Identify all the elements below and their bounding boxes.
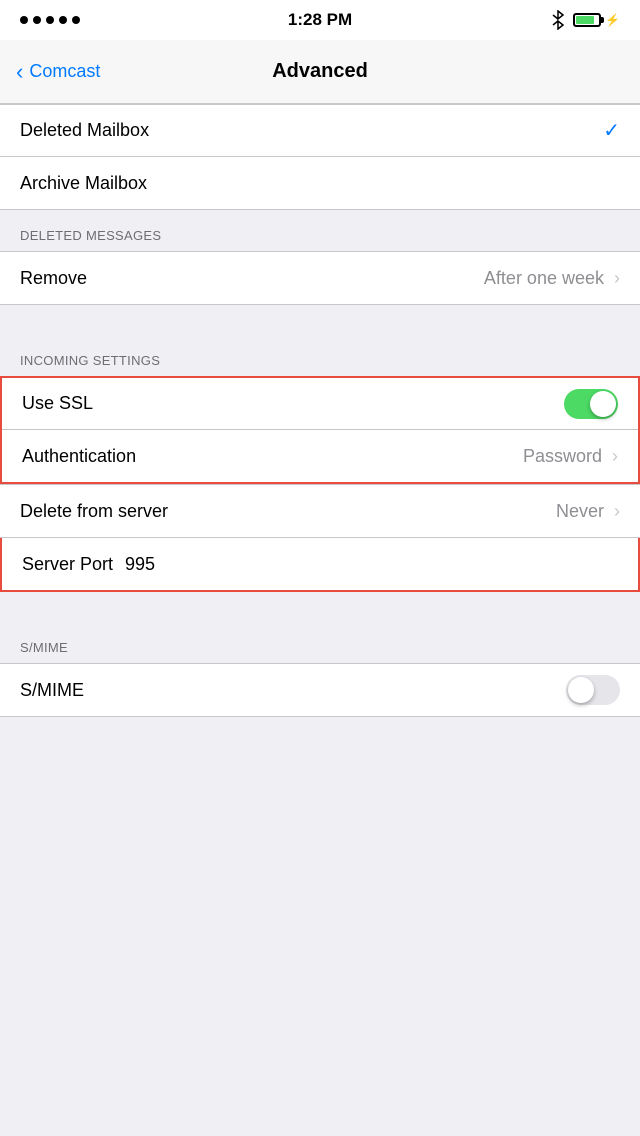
gap-2 — [0, 592, 640, 622]
smime-list: S/MIME — [0, 663, 640, 717]
smime-section: S/MIME S/MIME — [0, 622, 640, 717]
remove-right: After one week › — [484, 268, 620, 289]
deleted-mailbox-item[interactable]: Deleted Mailbox ✓ — [0, 105, 640, 157]
use-ssl-toggle[interactable] — [564, 389, 618, 419]
checkmark-icon: ✓ — [603, 118, 620, 143]
archive-mailbox-item[interactable]: Archive Mailbox — [0, 157, 640, 209]
delete-from-server-label: Delete from server — [20, 501, 168, 522]
back-chevron-icon: ‹ — [16, 61, 23, 83]
authentication-label: Authentication — [22, 446, 136, 467]
remove-value: After one week — [484, 268, 604, 289]
archive-mailbox-label: Archive Mailbox — [20, 173, 147, 194]
delete-from-server-item[interactable]: Delete from server Never › — [0, 485, 640, 537]
status-left — [20, 16, 86, 24]
incoming-settings-section: INCOMING SETTINGS Use SSL Authentication… — [0, 335, 640, 484]
remove-label: Remove — [20, 268, 87, 289]
nav-bar: ‹ Comcast Advanced — [0, 40, 640, 104]
remove-chevron-icon: › — [614, 268, 620, 289]
mailbox-section: Deleted Mailbox ✓ Archive Mailbox — [0, 104, 640, 210]
delete-server-section: Delete from server Never › — [0, 484, 640, 538]
use-ssl-toggle-thumb — [590, 391, 616, 417]
bluetooth-icon — [551, 10, 565, 30]
authentication-value: Password — [523, 446, 602, 467]
status-time: 1:28 PM — [288, 10, 352, 30]
charging-icon: ⚡ — [605, 13, 620, 27]
authentication-item[interactable]: Authentication Password › — [2, 430, 638, 482]
deleted-messages-header: DELETED MESSAGES — [0, 210, 640, 251]
battery: ⚡ — [573, 13, 620, 27]
use-ssl-item[interactable]: Use SSL — [2, 378, 638, 430]
delete-from-server-value: Never — [556, 501, 604, 522]
deleted-messages-section: DELETED MESSAGES Remove After one week › — [0, 210, 640, 305]
authentication-right: Password › — [523, 446, 618, 467]
back-button[interactable]: ‹ Comcast — [16, 61, 100, 83]
status-bar: 1:28 PM ⚡ — [0, 0, 640, 40]
server-port-label: Server Port — [22, 554, 113, 575]
status-right: ⚡ — [551, 10, 620, 30]
smime-header: S/MIME — [0, 622, 640, 663]
authentication-chevron-icon: › — [612, 446, 618, 467]
server-port-group: Server Port 995 — [0, 538, 640, 592]
server-port-value: 995 — [125, 554, 155, 575]
delete-from-server-right: Never › — [556, 501, 620, 522]
smime-label: S/MIME — [20, 680, 84, 701]
smime-toggle[interactable] — [566, 675, 620, 705]
mailbox-list: Deleted Mailbox ✓ Archive Mailbox — [0, 104, 640, 210]
gap-1 — [0, 305, 640, 335]
incoming-settings-header: INCOMING SETTINGS — [0, 335, 640, 376]
remove-item[interactable]: Remove After one week › — [0, 252, 640, 304]
deleted-mailbox-right: ✓ — [603, 118, 620, 143]
deleted-messages-list: Remove After one week › — [0, 251, 640, 305]
incoming-settings-list: Use SSL Authentication Password › — [0, 376, 640, 484]
delete-server-list: Delete from server Never › — [0, 484, 640, 538]
page-title: Advanced — [272, 60, 368, 83]
smime-item[interactable]: S/MIME — [0, 664, 640, 716]
deleted-mailbox-label: Deleted Mailbox — [20, 120, 149, 141]
back-label: Comcast — [29, 61, 100, 82]
signal-dots — [20, 16, 80, 24]
use-ssl-label: Use SSL — [22, 393, 93, 414]
delete-from-server-chevron-icon: › — [614, 501, 620, 522]
server-port-item[interactable]: Server Port 995 — [2, 538, 638, 590]
smime-toggle-thumb — [568, 677, 594, 703]
